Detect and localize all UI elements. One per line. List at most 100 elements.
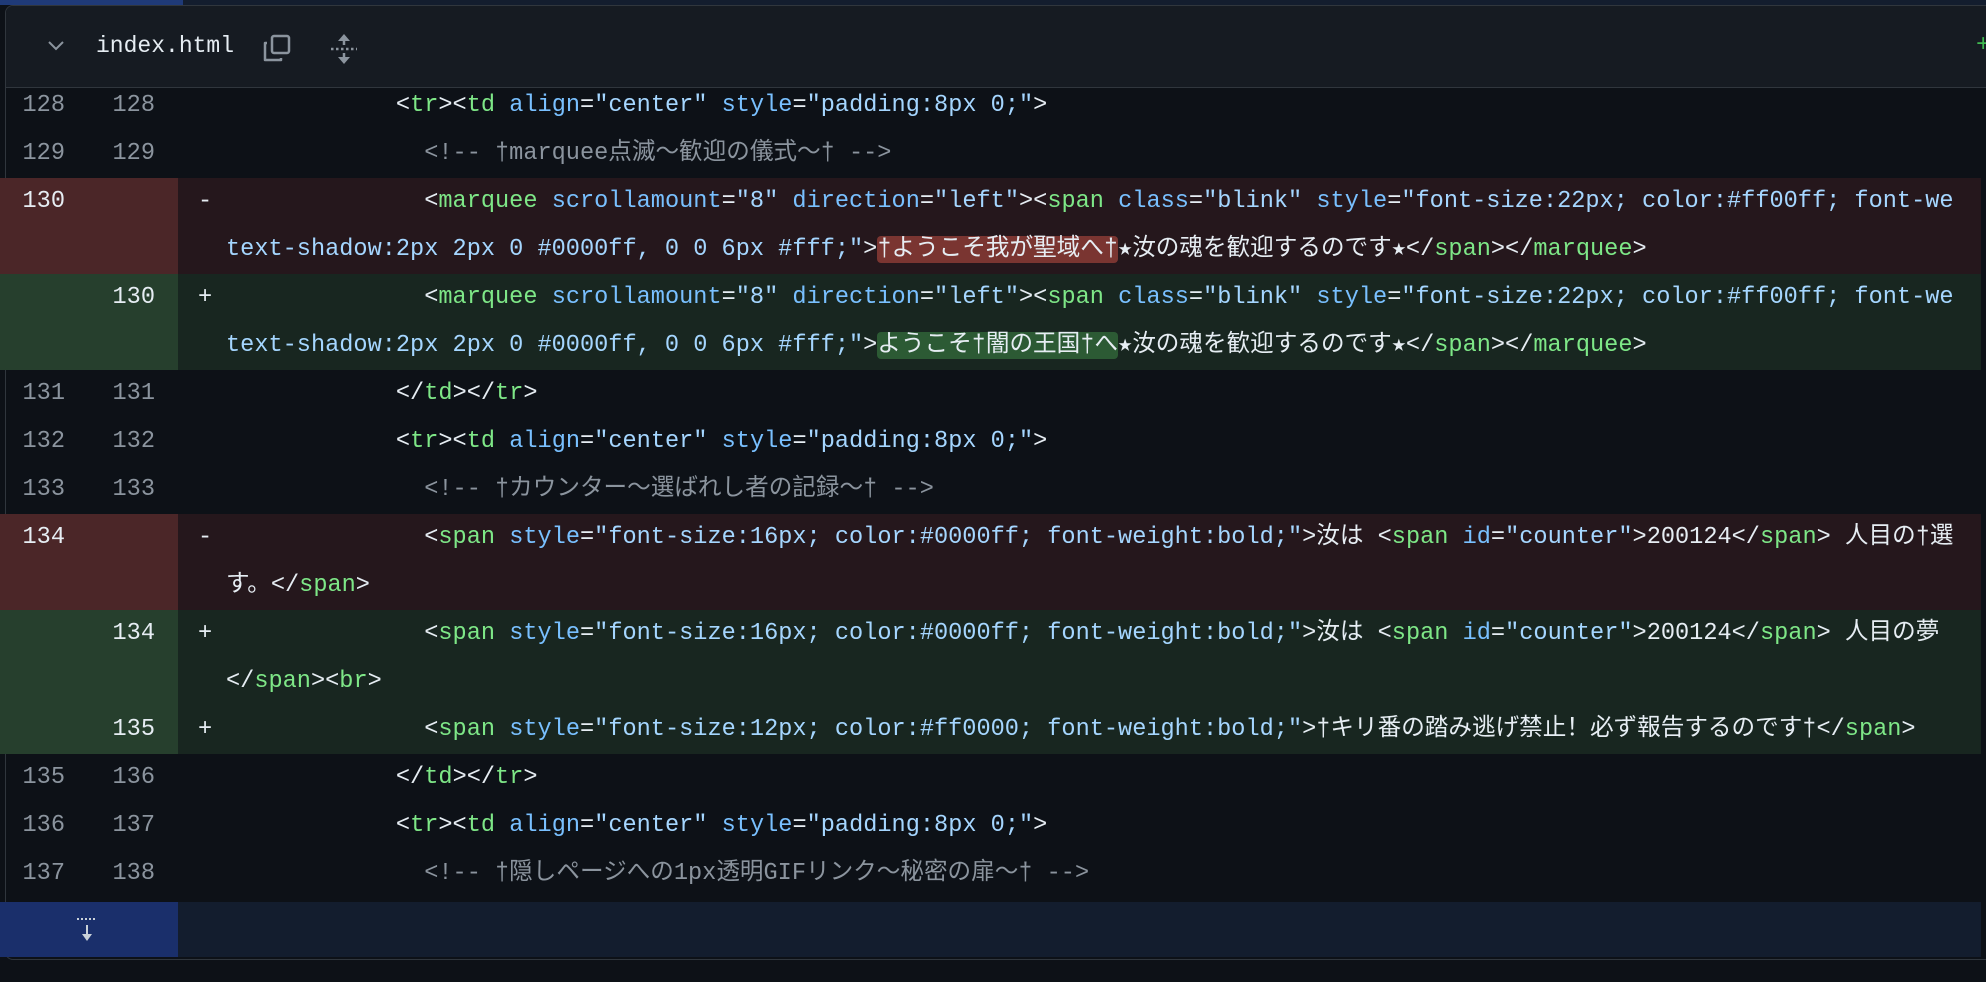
code-visual-line: す。</span>: [226, 562, 1981, 610]
diff-sign: [178, 418, 226, 466]
code-tag: tr: [410, 92, 439, 119]
new-line-number[interactable]: [86, 514, 178, 610]
code-text: </: [226, 764, 425, 791]
code-text: =: [919, 284, 935, 311]
code-text: ><: [438, 428, 467, 455]
new-line-number[interactable]: 137: [86, 802, 178, 850]
code-string: "counter": [1505, 620, 1633, 647]
code-content: <!-- †marquee点滅～歓迎の儀式～† -->: [226, 130, 1981, 178]
chevron-down-icon[interactable]: [46, 36, 66, 56]
code-string: "left": [934, 188, 1019, 215]
additions-indicator: +: [1976, 32, 1986, 59]
code-visual-line: <tr><td align="center" style="padding:8p…: [226, 802, 1981, 850]
old-line-number[interactable]: 133: [0, 466, 86, 514]
new-line-number[interactable]: [86, 178, 178, 274]
copy-icon[interactable]: [261, 32, 293, 64]
code-text: ><: [1018, 188, 1048, 215]
diff-sign: -: [178, 514, 226, 610]
code-tag: span: [1434, 332, 1491, 359]
unfold-icon[interactable]: [328, 32, 360, 66]
expand-down-button[interactable]: [0, 902, 178, 957]
diff-sign: +: [178, 274, 226, 370]
new-line-number[interactable]: 138: [86, 850, 178, 898]
old-line-number[interactable]: 135: [0, 754, 86, 802]
code-text: =: [1387, 188, 1402, 215]
code-tag: td: [466, 428, 496, 455]
code-text: =: [580, 812, 595, 839]
code-string: "8": [735, 188, 779, 215]
diff-line-added: 135 + <span style="font-size:12px; color:…: [0, 706, 1981, 754]
code-text: >汝は <: [1302, 620, 1392, 647]
new-line-number[interactable]: 128: [86, 82, 178, 130]
code-string: "blink": [1203, 188, 1303, 215]
expand-down-icon: [77, 918, 97, 941]
old-line-number[interactable]: 131: [0, 370, 86, 418]
old-line-number[interactable]: 136: [0, 802, 86, 850]
code-content: <span style="font-size:16px; color:#0000…: [226, 514, 1981, 610]
old-line-number[interactable]: [0, 610, 86, 706]
code-attribute: direction: [792, 284, 920, 311]
code-content: <marquee scrollamount="8" direction="lef…: [226, 274, 1981, 370]
diff-line-context: 131 131 </td></tr>: [0, 370, 1981, 418]
code-tag: span: [438, 716, 496, 743]
code-content: <tr><td align="center" style="padding:8p…: [226, 82, 1981, 130]
new-line-number[interactable]: 136: [86, 754, 178, 802]
code-string: text-shadow:2px 2px 0 #0000ff, 0 0 6px #…: [226, 236, 864, 263]
code-visual-line: <!-- †隠しページへの1px透明GIFリンク～秘密の扉～† -->: [226, 850, 1981, 898]
code-attribute: direction: [792, 188, 920, 215]
old-line-number[interactable]: 130: [0, 178, 86, 274]
new-line-number[interactable]: 134: [86, 610, 178, 706]
code-text: ></: [452, 380, 496, 407]
old-line-number[interactable]: 134: [0, 514, 86, 610]
code-text: </: [226, 668, 255, 695]
code-tag: td: [424, 764, 453, 791]
diff-line-added: 134 + <span style="font-size:16px; color:…: [0, 610, 1981, 706]
old-line-number[interactable]: 128: [0, 82, 86, 130]
old-line-number[interactable]: 129: [0, 130, 86, 178]
code-text: ></: [1490, 236, 1534, 263]
code-text: >: [863, 332, 878, 359]
new-line-number[interactable]: 133: [86, 466, 178, 514]
new-line-number[interactable]: 132: [86, 418, 178, 466]
code-text: =: [580, 428, 595, 455]
code-text: <: [226, 284, 439, 311]
file-header: index.html +: [6, 6, 1986, 88]
code-text: >汝は <: [1302, 524, 1392, 551]
old-line-number[interactable]: [0, 274, 86, 370]
code-string: "center": [594, 812, 708, 839]
old-line-number[interactable]: 137: [0, 850, 86, 898]
old-line-number[interactable]: 132: [0, 418, 86, 466]
code-text: =: [580, 524, 595, 551]
file-name[interactable]: index.html: [96, 32, 234, 60]
code-content: <span style="font-size:16px; color:#0000…: [226, 610, 1981, 706]
code-text: >: [1033, 812, 1048, 839]
old-line-number[interactable]: [0, 706, 86, 754]
code-visual-line: <marquee scrollamount="8" direction="lef…: [226, 274, 1981, 322]
code-tag: marquee: [1533, 332, 1633, 359]
new-line-number[interactable]: 135: [86, 706, 178, 754]
code-text: =: [792, 428, 807, 455]
code-visual-line: <tr><td align="center" style="padding:8p…: [226, 418, 1981, 466]
code-text: >: [863, 236, 878, 263]
code-attribute: style: [1316, 284, 1388, 311]
code-content: <marquee scrollamount="8" direction="lef…: [226, 178, 1981, 274]
new-line-number[interactable]: 131: [86, 370, 178, 418]
code-content: </td></tr>: [226, 370, 1981, 418]
code-text: =: [792, 92, 807, 119]
code-tag: span: [1391, 524, 1449, 551]
code-string: "center": [594, 428, 708, 455]
code-text: >: [1632, 236, 1647, 263]
code-text: <: [226, 428, 411, 455]
code-text: ★汝の魂を歓迎するのです★</: [1117, 332, 1435, 359]
code-visual-line: text-shadow:2px 2px 0 #0000ff, 0 0 6px #…: [226, 322, 1981, 370]
new-line-number[interactable]: 129: [86, 130, 178, 178]
code-visual-line: <!-- †カウンター～選ばれし者の記録～† -->: [226, 466, 1981, 514]
new-line-number[interactable]: 130: [86, 274, 178, 370]
